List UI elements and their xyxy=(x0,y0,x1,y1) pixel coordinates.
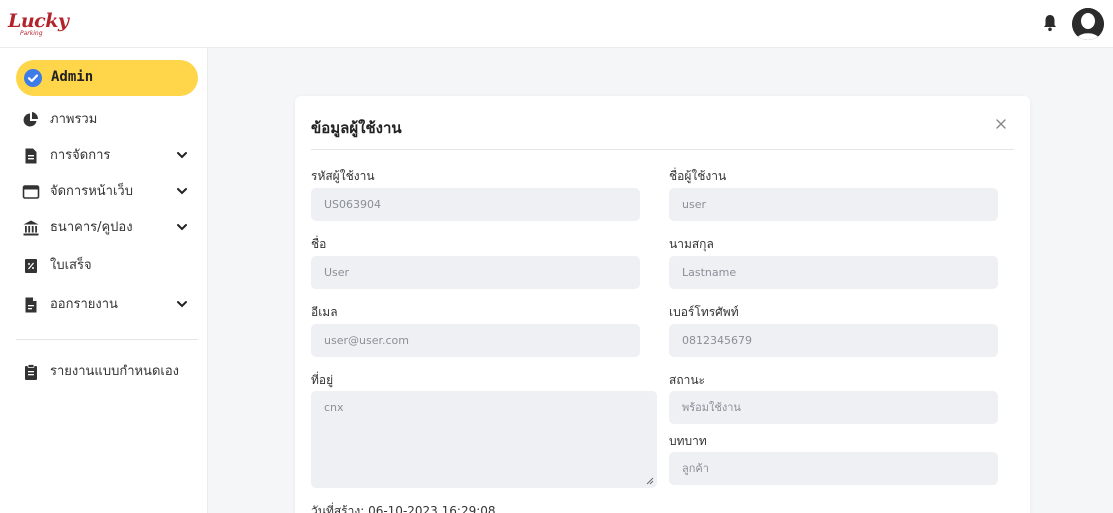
bank-icon xyxy=(23,220,39,236)
role-field[interactable]: ลูกค้า xyxy=(669,452,998,485)
close-icon[interactable] xyxy=(992,115,1010,133)
first-name-field[interactable]: User xyxy=(311,256,640,289)
sidebar-item-label: จัดการหน้าเว็บ xyxy=(50,184,133,199)
sidebar-item-label: ใบเสร็จ xyxy=(50,258,92,273)
sidebar-item-custom-report[interactable]: รายงานแบบกำหนดเอง xyxy=(16,356,198,388)
receipt-icon xyxy=(25,259,37,273)
modal-divider xyxy=(311,149,1014,150)
address-textarea[interactable]: cnx xyxy=(311,391,657,488)
top-bar: Lucky Parking xyxy=(0,0,1113,48)
resize-handle-icon[interactable] xyxy=(646,477,654,485)
logo-subtext: Parking xyxy=(20,30,43,37)
sidebar-item-web-management[interactable]: จัดการหน้าเว็บ xyxy=(16,176,198,208)
user-info-modal: ข้อมูลผู้ใช้งาน รหัสผู้ใช้งาน US063904 ช… xyxy=(295,96,1030,513)
sidebar-item-label: ธนาคาร/คูปอง xyxy=(50,220,133,235)
browser-window-icon xyxy=(22,185,40,199)
username-field[interactable]: user xyxy=(669,188,998,221)
user-avatar-icon[interactable] xyxy=(1072,8,1104,40)
chevron-down-icon xyxy=(177,224,187,231)
first-name-label: ชื่อ xyxy=(311,237,327,251)
document-icon xyxy=(25,148,37,164)
pie-chart-icon xyxy=(23,112,39,127)
address-value: cnx xyxy=(324,401,344,414)
sidebar-item-management[interactable]: การจัดการ xyxy=(16,140,198,172)
sidebar-item-label: ภาพรวม xyxy=(50,112,98,127)
sidebar-item-bank-coupon[interactable]: ธนาคาร/คูปอง xyxy=(16,212,198,244)
report-file-icon xyxy=(25,297,37,313)
phone-label: เบอร์โทรศัพท์ xyxy=(669,305,739,319)
bell-icon[interactable] xyxy=(1043,13,1057,33)
status-field[interactable]: พร้อมใช้งาน xyxy=(669,391,998,424)
last-name-label: นามสกุล xyxy=(669,237,714,251)
username-label: ชื่อผู้ใช้งาน xyxy=(669,169,727,183)
last-name-field[interactable]: Lastname xyxy=(669,256,998,289)
chevron-down-icon xyxy=(177,301,187,308)
sidebar-divider xyxy=(16,339,198,340)
sidebar-item-receipt[interactable]: ใบเสร็จ xyxy=(16,250,198,282)
app-logo[interactable]: Lucky Parking xyxy=(8,9,69,41)
sidebar-item-reports[interactable]: ออกรายงาน xyxy=(16,289,198,321)
user-id-field[interactable]: US063904 xyxy=(311,188,640,221)
modal-title: ข้อมูลผู้ใช้งาน xyxy=(311,119,402,137)
chevron-down-icon xyxy=(177,152,187,159)
status-label: สถานะ xyxy=(669,373,705,387)
sidebar-item-label: การจัดการ xyxy=(50,148,111,163)
user-id-label: รหัสผู้ใช้งาน xyxy=(311,169,375,183)
phone-field[interactable]: 0812345679 xyxy=(669,324,998,357)
chevron-down-icon xyxy=(177,188,187,195)
created-date: วันที่สร้าง: 06-10-2023 16:29:08 xyxy=(311,504,496,513)
sidebar: Admin ภาพรวม การจัดการ จัดการหน้าเว็บ ธน… xyxy=(0,48,208,513)
sidebar-item-label: Admin xyxy=(51,69,94,85)
sidebar-item-overview[interactable]: ภาพรวม xyxy=(16,104,198,136)
address-label: ที่อยู่ xyxy=(311,373,334,387)
email-label: อีเมล xyxy=(311,305,338,319)
check-badge-icon xyxy=(24,69,42,87)
sidebar-item-label: รายงานแบบกำหนดเอง xyxy=(50,364,179,379)
sidebar-item-admin[interactable]: Admin xyxy=(16,60,198,96)
sidebar-item-label: ออกรายงาน xyxy=(50,297,118,312)
email-field[interactable]: user@user.com xyxy=(311,324,640,357)
clipboard-icon xyxy=(25,364,37,380)
role-label: บทบาท xyxy=(669,434,707,448)
